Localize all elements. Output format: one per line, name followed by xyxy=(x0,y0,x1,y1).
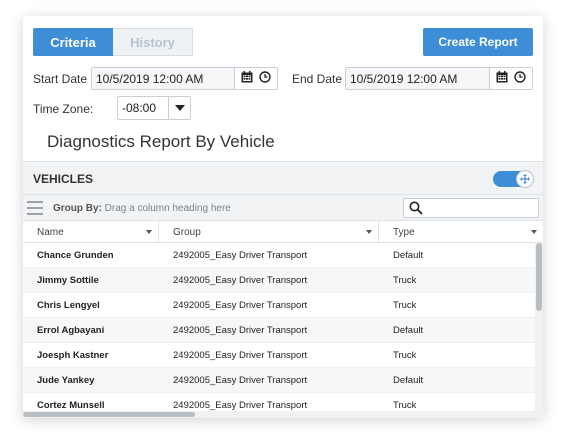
group-by-bar[interactable]: Group By: Drag a column heading here xyxy=(23,195,543,221)
group-by-text: Group By: Drag a column heading here xyxy=(53,203,231,214)
cell-group: 2492005_Easy Driver Transport xyxy=(173,299,308,311)
sort-caret-icon[interactable] xyxy=(366,230,372,234)
start-date-field[interactable]: 10/5/2019 12:00 AM xyxy=(91,67,278,90)
table-row[interactable]: Joesph Kastner 2492005_Easy Driver Transp… xyxy=(23,343,535,368)
table-row[interactable]: Chance Grunden 2492005_Easy Driver Transp… xyxy=(23,243,535,268)
scrollbar-thumb[interactable] xyxy=(23,412,195,417)
report-title: Diagnostics Report By Vehicle xyxy=(47,132,275,151)
calendar-icon[interactable] xyxy=(241,70,253,88)
start-date-value: 10/5/2019 12:00 AM xyxy=(96,71,204,86)
vehicles-title: VEHICLES xyxy=(33,172,94,186)
start-date-label: Start Date xyxy=(33,72,88,86)
table-row[interactable]: Jimmy Sottile 2492005_Easy Driver Transpo… xyxy=(23,268,535,293)
sort-caret-icon[interactable] xyxy=(531,230,537,234)
end-date-label: End Date xyxy=(292,72,343,86)
column-header-type[interactable]: Type xyxy=(379,221,543,243)
column-label: Name xyxy=(37,226,64,238)
sort-caret-icon[interactable] xyxy=(146,230,152,234)
column-label: Type xyxy=(393,226,415,238)
tab-criteria[interactable]: Criteria xyxy=(33,28,113,56)
cell-group: 2492005_Easy Driver Transport xyxy=(173,399,308,411)
cell-group: 2492005_Easy Driver Transport xyxy=(173,374,308,386)
column-header-row: Name Group Type xyxy=(23,221,543,243)
expand-arrows-icon xyxy=(516,170,534,188)
chevron-down-icon[interactable] xyxy=(168,97,190,119)
cell-type: Truck xyxy=(393,274,417,286)
end-date-field[interactable]: 10/5/2019 12:00 AM xyxy=(345,67,533,90)
tab-history[interactable]: History xyxy=(113,28,193,56)
column-label: Group xyxy=(173,226,201,238)
cell-type: Default xyxy=(393,249,424,261)
cell-group: 2492005_Easy Driver Transport xyxy=(173,249,308,261)
cell-type: Default xyxy=(393,374,424,386)
cell-name: Jimmy Sottile xyxy=(37,274,99,286)
clock-icon[interactable] xyxy=(514,70,526,88)
cell-group: 2492005_Easy Driver Transport xyxy=(173,349,308,361)
group-by-label: Group By: xyxy=(53,203,102,214)
report-panel: Criteria History Create Report Start Dat… xyxy=(23,16,543,418)
cell-type: Truck xyxy=(393,349,417,361)
vehicles-toggle[interactable] xyxy=(493,170,534,188)
scrollbar-thumb[interactable] xyxy=(536,243,542,311)
cell-name: Chris Lengyel xyxy=(37,299,100,311)
tab-bar: Criteria History xyxy=(33,28,193,56)
table-row[interactable]: Cortez Munsell 2492005_Easy Driver Transp… xyxy=(23,393,535,411)
cell-name: Joesph Kastner xyxy=(37,349,109,361)
cell-type: Default xyxy=(393,324,424,336)
time-zone-select[interactable]: -08:00 xyxy=(117,96,191,120)
time-zone-label: Time Zone: xyxy=(33,102,94,116)
search-icon xyxy=(409,201,423,220)
vehicles-grid: VEHICLES Group By: Drag a column heading… xyxy=(23,161,543,418)
cell-name: Errol Agbayani xyxy=(37,324,105,336)
cell-type: Truck xyxy=(393,399,417,411)
hamburger-icon[interactable] xyxy=(27,201,43,215)
search-input[interactable] xyxy=(403,198,539,218)
column-header-name[interactable]: Name xyxy=(23,221,159,243)
cell-name: Chance Grunden xyxy=(37,249,114,261)
cell-name: Jude Yankey xyxy=(37,374,95,386)
time-zone-value: -08:00 xyxy=(122,101,157,115)
cell-name: Cortez Munsell xyxy=(37,399,105,411)
table-row[interactable]: Chris Lengyel 2492005_Easy Driver Transpo… xyxy=(23,293,535,318)
vertical-scrollbar[interactable] xyxy=(535,243,543,411)
table-row[interactable]: Errol Agbayani 2492005_Easy Driver Transp… xyxy=(23,318,535,343)
cell-group: 2492005_Easy Driver Transport xyxy=(173,274,308,286)
horizontal-scrollbar[interactable] xyxy=(23,411,543,418)
cell-group: 2492005_Easy Driver Transport xyxy=(173,324,308,336)
table-row[interactable]: Jude Yankey 2492005_Easy Driver Transport… xyxy=(23,368,535,393)
clock-icon[interactable] xyxy=(259,70,271,88)
cell-type: Truck xyxy=(393,299,417,311)
vehicles-header: VEHICLES xyxy=(23,161,543,195)
group-by-hint: Drag a column heading here xyxy=(104,203,231,214)
calendar-icon[interactable] xyxy=(496,70,508,88)
create-report-button[interactable]: Create Report xyxy=(423,28,533,56)
vehicle-rows: Chance Grunden 2492005_Easy Driver Transp… xyxy=(23,243,535,411)
column-header-group[interactable]: Group xyxy=(159,221,379,243)
end-date-value: 10/5/2019 12:00 AM xyxy=(350,71,458,86)
